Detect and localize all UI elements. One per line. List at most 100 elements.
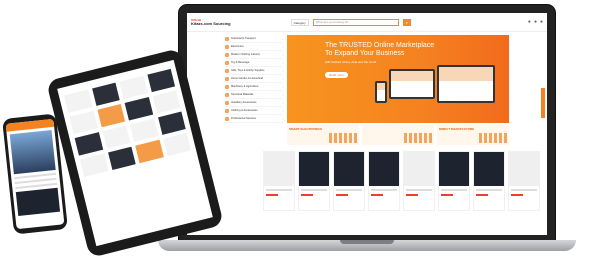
product-grid (263, 151, 547, 211)
phone-screen (5, 118, 65, 230)
promo-illustration (404, 133, 432, 143)
tablet-product[interactable] (135, 139, 164, 164)
tablet-product-grid (63, 68, 192, 177)
cart-icon[interactable]: ● (528, 19, 531, 25)
search-input[interactable]: What are you looking for... (312, 18, 399, 26)
tablet-product[interactable] (96, 103, 126, 128)
product-image (474, 152, 504, 186)
category-item[interactable]: Industrial & Transport › (225, 35, 283, 43)
side-feedback-tab[interactable] (541, 88, 545, 118)
tablet-product[interactable] (91, 82, 120, 107)
phone-text-lines (11, 172, 60, 190)
phone-product-image[interactable] (15, 187, 61, 216)
banner-device-image (437, 65, 495, 103)
tablet-product[interactable] (107, 146, 136, 171)
tablet-product[interactable] (79, 153, 109, 177)
tablet-product[interactable] (74, 132, 103, 156)
category-icon (225, 92, 229, 97)
tablet-product[interactable] (162, 132, 192, 157)
category-label: Structural Materials (231, 93, 254, 96)
tablet-product[interactable] (152, 90, 181, 114)
product-card[interactable] (298, 151, 330, 211)
product-image (369, 152, 399, 186)
search-icon: ⌕ (405, 19, 408, 25)
product-image (334, 152, 364, 186)
banner-device-image (389, 69, 435, 99)
logo-name: Kitazs.com Sourcing (191, 20, 231, 26)
tablet-product[interactable] (69, 110, 98, 135)
tablet-product[interactable] (146, 68, 176, 93)
user-icon[interactable]: ● (540, 19, 543, 25)
banner-device-image (375, 81, 387, 103)
category-label: Clothing & Accessories (231, 109, 258, 112)
banner-read-more-button[interactable]: Read more (325, 72, 348, 78)
product-image (264, 152, 294, 186)
chevron-right-icon: › (282, 100, 283, 105)
category-item[interactable]: Structural Materials › (225, 91, 283, 99)
product-card[interactable] (368, 151, 400, 211)
header-icons: ● ● ● (528, 19, 543, 25)
category-label: Home Garden & Household (231, 77, 263, 80)
search-button[interactable]: ⌕ (402, 18, 411, 26)
device-mockup-composition: Official Kitazs.com Sourcing Category Wh… (0, 0, 589, 260)
promo-illustration (329, 133, 357, 143)
category-item[interactable]: Home Garden & Household › (225, 75, 283, 83)
category-item[interactable]: Gifts, Toys & Hobby Supplies › (225, 67, 283, 75)
category-label: Machinery & Agriculture (231, 85, 259, 88)
chevron-right-icon: › (282, 44, 283, 49)
category-item[interactable]: Electronics › (225, 43, 283, 51)
message-icon[interactable]: ● (534, 19, 537, 25)
category-label: Jewellery Accessories (231, 101, 257, 104)
tablet-product[interactable] (119, 75, 148, 100)
chevron-right-icon: › (282, 36, 283, 41)
product-card[interactable] (473, 151, 505, 211)
category-label: Modern Clothing Industry (231, 53, 260, 56)
category-icon (225, 36, 229, 41)
tablet-product[interactable] (102, 125, 131, 149)
site-header: Official Kitazs.com Sourcing Category Wh… (187, 13, 547, 32)
chevron-right-icon: › (282, 84, 283, 89)
category-item[interactable]: Clothing & Accessories › (225, 107, 283, 115)
chevron-right-icon: › (282, 68, 283, 73)
category-select[interactable]: Category (290, 18, 309, 26)
chevron-right-icon: › (282, 116, 283, 121)
site-logo[interactable]: Official Kitazs.com Sourcing (191, 18, 231, 26)
category-item[interactable]: Machinery & Agriculture › (225, 83, 283, 91)
tablet-product[interactable] (157, 111, 186, 135)
promo-label: SMART ELECTRONICS (289, 127, 322, 131)
chevron-right-icon: › (282, 60, 283, 65)
product-card[interactable] (508, 151, 540, 211)
category-item[interactable]: Modern Clothing Industry › (225, 51, 283, 59)
promo-card[interactable]: DIRECT MANUFACTURE (437, 125, 509, 145)
category-icon (225, 116, 229, 121)
tablet-product[interactable] (129, 118, 159, 142)
product-card[interactable] (263, 151, 295, 211)
category-label: Gifts, Toys & Hobby Supplies (231, 69, 265, 72)
hero-banner[interactable]: The TRUSTED Online Marketplace To Expand… (287, 35, 509, 123)
category-icon (225, 76, 229, 81)
category-icon (225, 100, 229, 105)
product-card[interactable] (333, 151, 365, 211)
tablet-screen (57, 59, 213, 247)
banner-title-line: The TRUSTED Online Marketplace (325, 42, 435, 49)
category-item[interactable]: Jewellery Accessories › (225, 99, 283, 107)
product-card[interactable] (438, 151, 470, 211)
promo-card[interactable]: SMART ELECTRONICS (287, 125, 359, 145)
banner-title-line: To Expand Your Business (325, 50, 405, 57)
tablet-product[interactable] (124, 97, 153, 121)
category-icon (225, 60, 229, 65)
category-item[interactable]: Toy & Beverage › (225, 59, 283, 67)
product-card[interactable] (403, 151, 435, 211)
product-image (509, 152, 539, 186)
product-image (404, 152, 434, 186)
promo-illustration (479, 133, 507, 143)
category-icon (225, 52, 229, 57)
chevron-right-icon: › (282, 92, 283, 97)
promo-card[interactable] (362, 125, 434, 145)
category-item[interactable]: Professional Services › (225, 115, 283, 123)
category-icon (225, 84, 229, 89)
page-content: Industrial & Transport › Electronics › Mod… (187, 33, 547, 235)
tablet-product[interactable] (63, 89, 93, 113)
phone-product-image[interactable] (9, 130, 56, 175)
category-menu: Industrial & Transport › Electronics › Mod… (225, 35, 283, 123)
